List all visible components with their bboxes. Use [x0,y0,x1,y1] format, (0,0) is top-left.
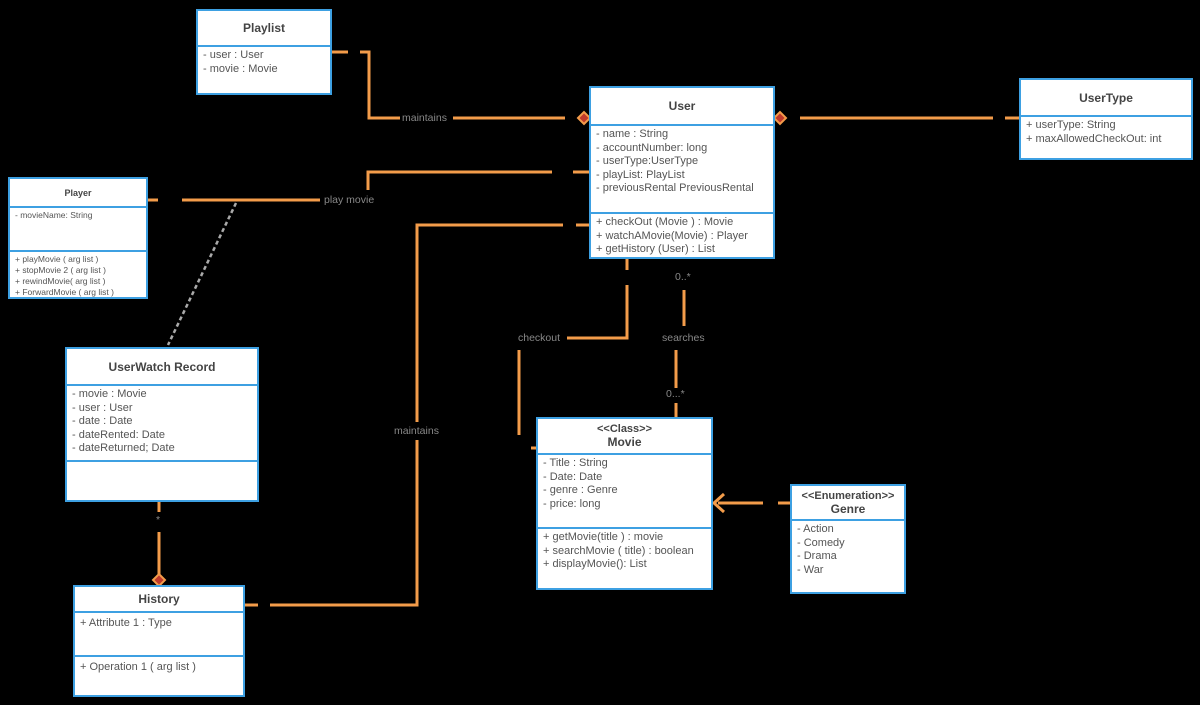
label-searches: searches [661,332,706,344]
class-name: Genre [830,501,866,516]
class-playlist[interactable]: Playlist - user : User - movie : Movie [196,9,332,95]
class-usertype[interactable]: UserType + userType: String + maxAllowed… [1019,78,1193,160]
class-player[interactable]: Player - movieName: String + playMovie (… [8,177,148,299]
operations-section: + checkOut (Movie ) : Movie + watchAMovi… [591,212,773,259]
operations-section: + Operation 1 ( arg list ) [75,655,243,677]
attribute: - accountNumber: long [596,141,708,154]
attribute: - Date: Date [543,470,603,483]
attributes-section: - Title : String - Date: Date - genre : … [538,455,711,527]
label-checkout: checkout [517,332,562,344]
operation: + rewindMovie( arg list ) [15,276,106,286]
operation: + displayMovie(): List [543,558,647,570]
enum-value: - Action [797,523,834,535]
class-name: History [75,587,243,613]
attribute: - date : Date [72,415,133,427]
aggregation-diamond-icon [772,110,788,126]
dependency-line[interactable] [166,202,238,346]
enum-value: - Drama [797,550,837,562]
attributes-section: - movie : Movie - user : User - date : D… [67,386,257,460]
class-name: UserWatch Record [67,349,257,386]
operation: + Operation 1 ( arg list ) [80,661,196,673]
attribute: - movie : Movie [203,62,278,75]
attribute: + maxAllowedCheckOut: int [1026,132,1162,145]
operation: + watchAMovie(Movie) : Player [596,229,748,242]
class-header: <<Enumeration>> Genre [792,486,904,521]
label-maintains-top: maintains [401,112,448,124]
class-genre[interactable]: <<Enumeration>> Genre - Action - Comedy … [790,484,906,594]
stereotype: <<Class>> [596,423,653,435]
attribute: - userType:UserType [596,155,699,167]
class-name: Playlist [198,11,330,47]
stereotype: <<Enumeration>> [801,489,895,502]
class-name: User [591,88,773,126]
attribute: - dateRented: Date [72,428,165,441]
attribute: - Title : String [543,457,608,469]
class-user[interactable]: User - name : String - accountNumber: lo… [589,86,775,259]
class-header: <<Class>> Movie [538,419,711,455]
label-play-movie: play movie [323,194,376,206]
attributes-section: - user : User - movie : Movie [198,47,330,78]
operations-section: + getMovie(title ) : movie + searchMovie… [538,527,711,574]
operations-section: + playMovie ( arg list ) + stopMovie 2 (… [10,250,146,300]
attribute: - dateReturned; Date [72,442,175,454]
attributes-section: - movieName: String [10,208,146,250]
class-userwatch-record[interactable]: UserWatch Record - movie : Movie - user … [65,347,259,502]
attributes-section: - Action - Comedy - Drama - War [792,521,904,579]
attributes-section: + Attribute 1 : Type [75,613,243,655]
operation: + getHistory (User) : List [596,243,715,255]
attribute: + Attribute 1 : Type [80,617,172,629]
attribute: - movieName: String [15,210,93,220]
attribute: - genre : Genre [543,484,618,496]
operations-section [67,460,257,466]
multiplicity-userwatch-history: * [155,514,162,526]
connector-playlist-user[interactable] [332,50,565,120]
attribute: - name : String [596,128,669,140]
enum-value: - War [797,563,824,576]
enum-value: - Comedy [797,536,845,549]
operation: + checkOut (Movie ) : Movie [596,216,734,228]
class-name: Player [10,179,146,208]
attribute: - price: long [543,497,601,510]
operation: + ForwardMovie ( arg list ) [15,287,114,297]
attribute: - user : User [203,49,264,61]
label-maintains-left: maintains [393,425,440,437]
operation: + stopMovie 2 ( arg list ) [15,265,106,275]
multiplicity-movie-searches: 0...* [665,388,686,400]
class-name: UserType [1021,80,1191,117]
class-name: Movie [607,435,642,449]
operation: + playMovie ( arg list ) [15,254,99,264]
attribute: - user : User [72,401,133,414]
operation: + getMovie(title ) : movie [543,531,664,543]
class-movie[interactable]: <<Class>> Movie - Title : String - Date:… [536,417,713,590]
multiplicity-user-searches: 0..* [674,271,692,283]
attribute: - playList: PlayList [596,168,685,181]
operation: + searchMovie ( title) : boolean [543,544,694,557]
attribute: - movie : Movie [72,388,147,400]
attribute: - previousRental PreviousRental [596,182,754,194]
attributes-section: - name : String - accountNumber: long - … [591,126,773,212]
class-history[interactable]: History + Attribute 1 : Type + Operation… [73,585,245,697]
attribute: + userType: String [1026,119,1116,131]
attributes-section: + userType: String + maxAllowedCheckOut:… [1021,117,1191,148]
